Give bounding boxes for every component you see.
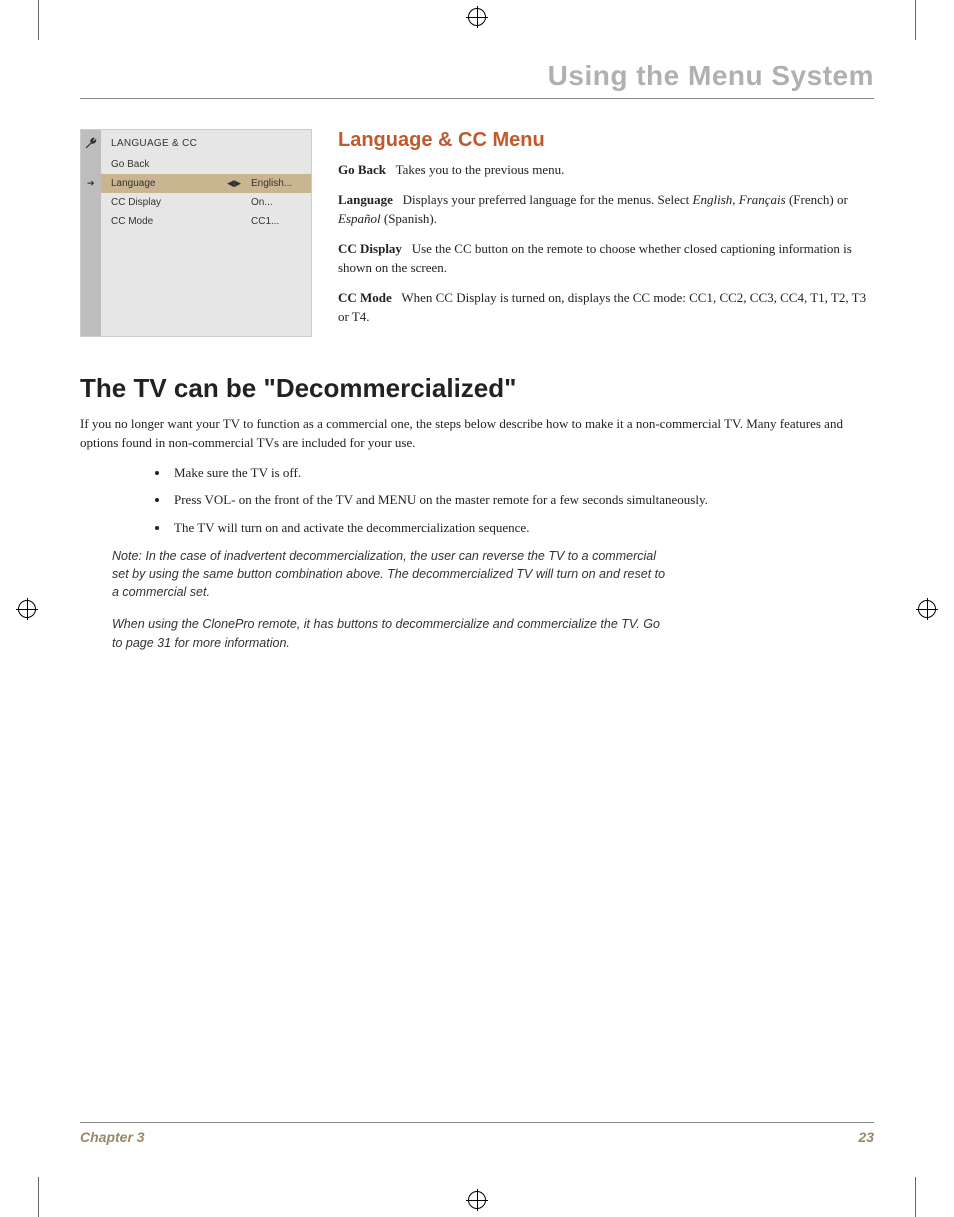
footer-chapter: Chapter 3 [80, 1129, 145, 1145]
menu-row-language: Language ◀▶ English... [101, 174, 311, 193]
para-decom-intro: If you no longer want your TV to functio… [80, 414, 874, 453]
footer-page: 23 [858, 1129, 874, 1145]
page-header: Using the Menu System [80, 60, 874, 99]
term-label: CC Display [338, 241, 402, 256]
menu-row-value: English... [251, 178, 301, 189]
term-label: CC Mode [338, 290, 392, 305]
crop-mark [38, 0, 39, 40]
term-em: English, Français [693, 192, 786, 207]
menu-row-label: Go Back [111, 159, 149, 170]
section-heading-decom: The TV can be "Decommercialized" [80, 373, 874, 404]
para-ccmode: CC Mode When CC Display is turned on, di… [338, 288, 874, 327]
list-item: Make sure the TV is off. [170, 463, 874, 483]
wrench-icon [84, 136, 98, 150]
term-text: (French) or [786, 192, 848, 207]
term-text: When CC Display is turned on, displays t… [338, 290, 866, 325]
menu-screenshot: ➔ LANGUAGE & CC Go Back Language ◀▶ Engl… [80, 129, 312, 337]
registration-mark-icon [468, 1191, 486, 1209]
menu-row-goback: Go Back [101, 155, 311, 174]
menu-row-label: CC Display [111, 197, 161, 208]
section-language-cc: Language & CC Menu Go Back Takes you to … [338, 129, 874, 337]
section-heading: Language & CC Menu [338, 129, 874, 152]
arrow-right-icon: ➔ [87, 178, 95, 189]
page-content: Using the Menu System ➔ LANGUAGE & CC Go… [80, 60, 874, 1157]
menu-row-ccdisplay: CC Display On... [101, 193, 311, 212]
term-text: Takes you to the previous menu. [396, 162, 565, 177]
registration-mark-icon [468, 8, 486, 26]
para-goback: Go Back Takes you to the previous menu. [338, 160, 874, 180]
note-2: When using the ClonePro remote, it has b… [112, 615, 672, 651]
para-language: Language Displays your preferred languag… [338, 190, 874, 229]
menu-row-label: Language [111, 178, 156, 189]
term-text: Use the CC button on the remote to choos… [338, 241, 852, 276]
term-em: Español [338, 211, 381, 226]
registration-mark-icon [18, 600, 36, 618]
note-1: Note: In the case of inadvertent decomme… [112, 547, 672, 601]
term-text: (Spanish). [381, 211, 437, 226]
menu-inner: LANGUAGE & CC Go Back Language ◀▶ Englis… [101, 130, 311, 231]
crop-mark [915, 0, 916, 40]
page-footer: Chapter 3 23 [80, 1122, 874, 1145]
registration-mark-icon [918, 600, 936, 618]
menu-row-value: CC1... [251, 216, 301, 227]
menu-row-value: On... [251, 197, 301, 208]
menu-sidebar: ➔ [81, 130, 101, 336]
menu-title: LANGUAGE & CC [101, 130, 311, 155]
top-row: ➔ LANGUAGE & CC Go Back Language ◀▶ Engl… [80, 129, 874, 337]
list-item: Press VOL- on the front of the TV and ME… [170, 490, 874, 510]
term-label: Language [338, 192, 393, 207]
list-item: The TV will turn on and activate the dec… [170, 518, 874, 538]
term-label: Go Back [338, 162, 386, 177]
para-ccdisplay: CC Display Use the CC button on the remo… [338, 239, 874, 278]
bullet-list: Make sure the TV is off. Press VOL- on t… [170, 463, 874, 538]
crop-mark [38, 1177, 39, 1217]
menu-row-label: CC Mode [111, 216, 153, 227]
crop-mark [915, 1177, 916, 1217]
term-text: Displays your preferred language for the… [403, 192, 693, 207]
menu-row-ccmode: CC Mode CC1... [101, 212, 311, 231]
left-right-arrows-icon: ◀▶ [227, 178, 241, 189]
